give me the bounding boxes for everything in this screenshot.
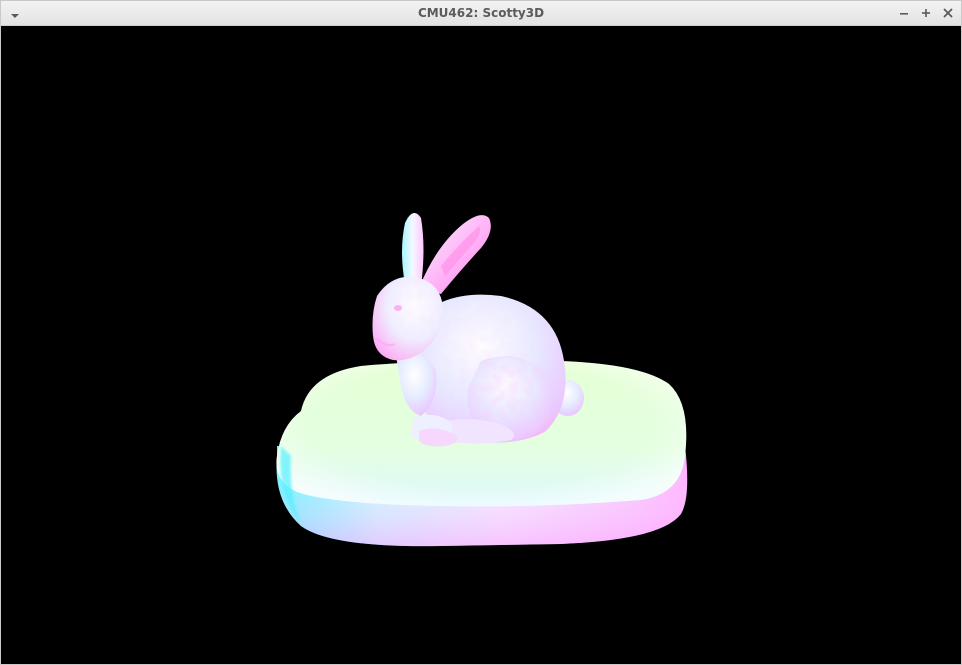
app-window: CMU462: Scotty3D	[0, 0, 962, 665]
maximize-icon[interactable]	[918, 5, 934, 21]
window-title: CMU462: Scotty3D	[417, 6, 545, 20]
close-icon[interactable]	[940, 5, 956, 21]
render-viewport[interactable]	[1, 26, 961, 664]
minimize-icon[interactable]	[896, 5, 912, 21]
title-bar[interactable]: CMU462: Scotty3D	[1, 1, 961, 26]
